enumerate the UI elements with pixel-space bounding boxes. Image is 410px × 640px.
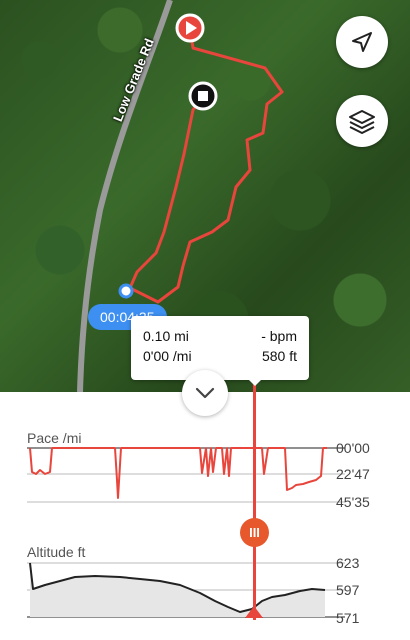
pace-value: 0'00 /mi — [143, 348, 192, 364]
heart-rate-value: - bpm — [261, 328, 297, 344]
altitude-tick-label: 623 — [336, 555, 360, 571]
pace-tick-label: 22'47 — [336, 466, 370, 482]
chevron-down-icon — [195, 387, 215, 399]
stats-popup: 0.10 mi - bpm 0'00 /mi 580 ft — [131, 316, 309, 380]
stop-icon — [198, 91, 208, 101]
layers-icon — [349, 110, 375, 134]
navigation-arrow-icon — [352, 32, 372, 52]
scrubber-bottom-marker — [245, 606, 263, 618]
stats-popup-pointer — [247, 378, 263, 386]
route-line — [128, 27, 284, 304]
pace-tick-label: 00'00 — [336, 440, 370, 456]
collapse-map-button[interactable] — [182, 370, 228, 416]
altitude-value: 580 ft — [261, 348, 297, 364]
map-layers-button[interactable] — [336, 95, 388, 147]
pace-series-line — [29, 447, 327, 499]
distance-value: 0.10 mi — [143, 328, 189, 344]
altitude-tick-label: 597 — [336, 582, 360, 598]
start-marker[interactable] — [175, 13, 205, 43]
locate-button[interactable] — [336, 16, 388, 68]
altitude-tick-label: 571 — [336, 610, 360, 626]
pace-tick-label: 45'35 — [336, 494, 370, 510]
end-marker[interactable] — [188, 81, 218, 111]
current-position-dot — [118, 283, 134, 299]
scrubber-line[interactable] — [253, 380, 256, 620]
scrubber-handle[interactable]: III — [240, 518, 269, 547]
